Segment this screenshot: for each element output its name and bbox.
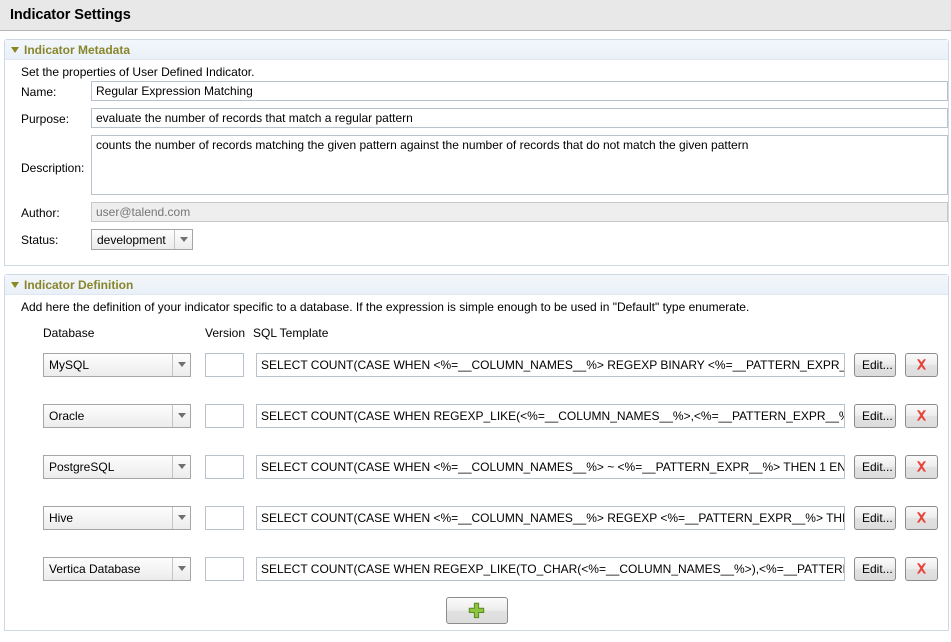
description-textarea[interactable]: counts the number of records matching th… bbox=[91, 135, 948, 195]
sql-template-input[interactable]: SELECT COUNT(CASE WHEN <%=__COLUMN_NAMES… bbox=[256, 353, 845, 377]
table-row: PostgreSQL SELECT COUNT(CASE WHEN <%=__C… bbox=[5, 452, 948, 481]
red-x-icon bbox=[914, 459, 929, 474]
collapse-triangle-icon[interactable] bbox=[11, 282, 19, 288]
database-dropdown[interactable]: Oracle bbox=[43, 404, 191, 428]
definition-column-headers: Database Version SQL Template bbox=[5, 326, 948, 340]
delete-button[interactable] bbox=[905, 353, 938, 377]
version-input[interactable] bbox=[205, 353, 244, 377]
indicator-definition-description: Add here the definition of your indicato… bbox=[5, 295, 948, 316]
edit-button[interactable]: Edit... bbox=[854, 506, 896, 530]
red-x-icon bbox=[914, 561, 929, 576]
database-dropdown-value: Oracle bbox=[44, 409, 172, 423]
indicator-metadata-section: Indicator Metadata Set the properties of… bbox=[4, 39, 949, 266]
chevron-down-icon bbox=[172, 507, 190, 529]
page-title: Indicator Settings bbox=[10, 7, 131, 23]
indicator-metadata-form: Name: Purpose: Description: counts the n… bbox=[5, 81, 948, 265]
edit-button[interactable]: Edit... bbox=[854, 353, 896, 377]
collapse-triangle-icon[interactable] bbox=[11, 47, 19, 53]
indicator-definition-title: Indicator Definition bbox=[24, 278, 133, 292]
sql-template-input[interactable]: SELECT COUNT(CASE WHEN REGEXP_LIKE(<%=__… bbox=[256, 404, 845, 428]
description-row: Description: counts the number of record… bbox=[5, 135, 948, 195]
edit-button[interactable]: Edit... bbox=[854, 455, 896, 479]
green-plus-icon bbox=[468, 602, 485, 619]
indicator-metadata-description: Set the properties of User Defined Indic… bbox=[5, 60, 948, 81]
column-header-database: Database bbox=[43, 326, 205, 340]
description-label: Description: bbox=[21, 135, 91, 175]
indicator-definition-header[interactable]: Indicator Definition bbox=[5, 275, 948, 295]
chevron-down-icon bbox=[174, 230, 192, 249]
database-dropdown[interactable]: Vertica Database bbox=[43, 557, 191, 581]
purpose-label: Purpose: bbox=[21, 108, 91, 126]
name-input[interactable] bbox=[91, 81, 948, 101]
indicator-definition-section: Indicator Definition Add here the defini… bbox=[4, 274, 949, 631]
chevron-down-icon bbox=[172, 405, 190, 427]
version-input[interactable] bbox=[205, 506, 244, 530]
delete-button[interactable] bbox=[905, 557, 938, 581]
database-dropdown-value: MySQL bbox=[44, 358, 172, 372]
indicator-definition-table: Database Version SQL Template MySQL SELE… bbox=[5, 316, 948, 630]
status-row: Status: development bbox=[5, 229, 948, 250]
edit-button[interactable]: Edit... bbox=[854, 404, 896, 428]
column-header-version: Version bbox=[205, 326, 253, 340]
author-label: Author: bbox=[21, 202, 91, 220]
red-x-icon bbox=[914, 408, 929, 423]
database-dropdown[interactable]: PostgreSQL bbox=[43, 455, 191, 479]
version-input[interactable] bbox=[205, 557, 244, 581]
database-dropdown-value: Vertica Database bbox=[44, 562, 172, 576]
chevron-down-icon bbox=[172, 456, 190, 478]
add-definition-button[interactable] bbox=[446, 597, 508, 624]
delete-button[interactable] bbox=[905, 455, 938, 479]
author-row: Author: bbox=[5, 202, 948, 222]
database-dropdown[interactable]: Hive bbox=[43, 506, 191, 530]
indicator-metadata-title: Indicator Metadata bbox=[24, 43, 130, 57]
author-input[interactable] bbox=[91, 202, 948, 222]
database-dropdown-value: PostgreSQL bbox=[44, 460, 172, 474]
status-dropdown-value: development bbox=[92, 233, 174, 247]
version-input[interactable] bbox=[205, 455, 244, 479]
add-row-container bbox=[5, 597, 948, 624]
version-input[interactable] bbox=[205, 404, 244, 428]
red-x-icon bbox=[914, 357, 929, 372]
database-dropdown-value: Hive bbox=[44, 511, 172, 525]
column-header-sql-template: SQL Template bbox=[253, 326, 948, 340]
sql-template-input[interactable]: SELECT COUNT(CASE WHEN <%=__COLUMN_NAMES… bbox=[256, 506, 845, 530]
table-row: Vertica Database SELECT COUNT(CASE WHEN … bbox=[5, 554, 948, 583]
delete-button[interactable] bbox=[905, 506, 938, 530]
purpose-input[interactable] bbox=[91, 108, 948, 128]
table-row: Oracle SELECT COUNT(CASE WHEN REGEXP_LIK… bbox=[5, 401, 948, 430]
table-row: MySQL SELECT COUNT(CASE WHEN <%=__COLUMN… bbox=[5, 350, 948, 379]
red-x-icon bbox=[914, 510, 929, 525]
chevron-down-icon bbox=[172, 558, 190, 580]
purpose-row: Purpose: bbox=[5, 108, 948, 128]
status-label: Status: bbox=[21, 229, 91, 247]
status-dropdown[interactable]: development bbox=[91, 229, 193, 250]
sql-template-input[interactable]: SELECT COUNT(CASE WHEN <%=__COLUMN_NAMES… bbox=[256, 455, 845, 479]
edit-button[interactable]: Edit... bbox=[854, 557, 896, 581]
indicator-metadata-header[interactable]: Indicator Metadata bbox=[5, 40, 948, 60]
chevron-down-icon bbox=[172, 354, 190, 376]
window-titlebar: Indicator Settings bbox=[0, 0, 951, 31]
table-row: Hive SELECT COUNT(CASE WHEN <%=__COLUMN_… bbox=[5, 503, 948, 532]
database-dropdown[interactable]: MySQL bbox=[43, 353, 191, 377]
name-row: Name: bbox=[5, 81, 948, 101]
delete-button[interactable] bbox=[905, 404, 938, 428]
sql-template-input[interactable]: SELECT COUNT(CASE WHEN REGEXP_LIKE(TO_CH… bbox=[256, 557, 845, 581]
name-label: Name: bbox=[21, 81, 91, 99]
